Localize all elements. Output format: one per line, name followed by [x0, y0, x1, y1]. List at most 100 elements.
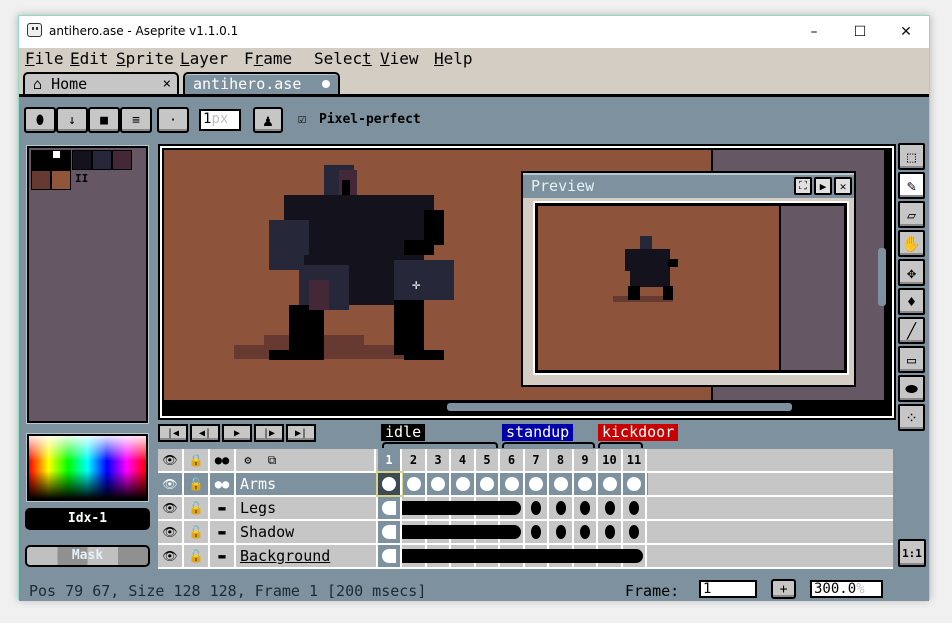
- tool-pencil[interactable]: ✎: [898, 172, 925, 199]
- preview-close-button[interactable]: ✕: [834, 177, 852, 195]
- layer-row-background[interactable]: 👁 🔓 ▬ Background: [158, 545, 893, 569]
- layer-row-shadow[interactable]: 👁 🔓 ▬ Shadow: [158, 521, 893, 545]
- tool-eraser[interactable]: ▱: [898, 201, 925, 228]
- frame-header-3[interactable]: 3: [427, 449, 451, 471]
- palette-swatch-0[interactable]: [31, 150, 71, 170]
- tool-line[interactable]: ╱: [898, 317, 925, 344]
- tab-home[interactable]: ⌂ Home ×: [23, 72, 179, 94]
- cel-legs-1[interactable]: [378, 497, 402, 519]
- linked-cels-bar[interactable]: [402, 501, 521, 515]
- ink-type-button[interactable]: ♟: [253, 107, 283, 133]
- tool-hand[interactable]: ✋: [898, 230, 925, 257]
- layer-discontinuous-icon[interactable]: ●●: [210, 473, 236, 495]
- layer-name[interactable]: Arms: [236, 473, 378, 495]
- cel-arms-11[interactable]: [623, 473, 647, 495]
- modified-dot-icon[interactable]: [322, 80, 330, 88]
- palette-swatch-1[interactable]: [72, 150, 92, 170]
- frame-header-1[interactable]: 1: [378, 449, 402, 471]
- preview-fullscreen-button[interactable]: ⛶: [794, 177, 812, 195]
- cel-arms-5[interactable]: [476, 473, 500, 495]
- last-frame-button[interactable]: ▶|: [286, 424, 316, 442]
- frame-header-7[interactable]: 7: [525, 449, 549, 471]
- sprite-editor[interactable]: ✛ Preview ⛶ ▶ ✕: [158, 144, 896, 420]
- first-frame-button[interactable]: |◀: [158, 424, 188, 442]
- cel-legs-9[interactable]: [574, 497, 598, 519]
- cel-arms-7[interactable]: [525, 473, 549, 495]
- cel-arms-3[interactable]: [427, 473, 451, 495]
- cel-legs-8[interactable]: [550, 497, 574, 519]
- layer-name[interactable]: Shadow: [236, 521, 378, 543]
- frame-header-5[interactable]: 5: [476, 449, 500, 471]
- menu-edit[interactable]: Edit: [70, 49, 109, 68]
- cel-legs-7[interactable]: [525, 497, 549, 519]
- frame-header-2[interactable]: 2: [403, 449, 427, 471]
- layer-visibility-eye-icon[interactable]: 👁: [158, 545, 184, 567]
- layer-visibility-eye-icon[interactable]: 👁: [158, 473, 184, 495]
- layer-row-legs[interactable]: 👁 🔓 ▬ Legs: [158, 497, 893, 521]
- layer-lock-icon[interactable]: 🔓: [184, 473, 210, 495]
- layer-lock-icon[interactable]: 🔓: [184, 497, 210, 519]
- gear-icon[interactable]: ⚙: [236, 449, 260, 471]
- tool-rectangular-marquee[interactable]: ⬚: [898, 143, 925, 170]
- continuous-icon[interactable]: ●●: [210, 449, 236, 471]
- cel-legs-11[interactable]: [623, 497, 647, 519]
- layer-name[interactable]: Background: [236, 545, 378, 567]
- color-spectrum[interactable]: [27, 434, 148, 501]
- onion-skin-icon[interactable]: ⧉: [260, 449, 284, 471]
- canvas-vertical-scrollbar[interactable]: [878, 248, 886, 306]
- frame-header-11[interactable]: 11: [623, 449, 647, 471]
- maximize-button[interactable]: ☐: [837, 16, 883, 48]
- tab-antihero[interactable]: antihero.ase: [183, 72, 340, 94]
- brush-angle-button[interactable]: ↓: [56, 107, 88, 133]
- tool-paint-bucket[interactable]: ⬬: [898, 375, 925, 402]
- tool-move[interactable]: ✥: [898, 259, 925, 286]
- menu-sprite[interactable]: Sprite: [116, 49, 174, 68]
- canvas-horizontal-scrollbar[interactable]: [447, 403, 792, 411]
- brush-list-button[interactable]: ≡: [120, 107, 152, 133]
- tag-idle[interactable]: idle: [381, 424, 426, 441]
- add-frame-button[interactable]: +: [771, 579, 796, 599]
- pixel-perfect-checkbox[interactable]: ☑: [298, 111, 306, 127]
- cel-arms-10[interactable]: [598, 473, 623, 495]
- cel-arms-9[interactable]: [574, 473, 598, 495]
- linked-cels-bar[interactable]: [402, 525, 521, 539]
- menu-layer[interactable]: Layer: [180, 49, 228, 68]
- minimize-button[interactable]: –: [791, 16, 837, 48]
- layer-continuous-icon[interactable]: ▬: [210, 497, 236, 519]
- cel-arms-8[interactable]: [549, 473, 574, 495]
- cel-arms-6[interactable]: [500, 473, 525, 495]
- frame-header-4[interactable]: 4: [452, 449, 476, 471]
- palette-swatch-2[interactable]: [92, 150, 112, 170]
- tool-spray[interactable]: ⁘: [898, 404, 925, 431]
- palette-swatch-3[interactable]: [112, 150, 132, 170]
- zoom-one-to-one-button[interactable]: 1:1: [898, 539, 926, 567]
- brush-size-input[interactable]: 1px: [199, 109, 241, 131]
- menu-view[interactable]: View: [380, 49, 419, 68]
- zoom-input[interactable]: 300.0%: [810, 580, 883, 598]
- cel-arms-1[interactable]: [376, 471, 404, 497]
- layer-row-arms[interactable]: 👁 🔓 ●● Arms: [158, 471, 893, 497]
- tag-kickdoor[interactable]: kickdoor: [598, 424, 679, 441]
- close-window-button[interactable]: ✕: [883, 16, 929, 48]
- cel-arms-2[interactable]: [402, 473, 427, 495]
- brush-type-circle-button[interactable]: ⬮: [24, 107, 56, 133]
- menu-select[interactable]: Select: [314, 49, 372, 68]
- frame-header-8[interactable]: 8: [550, 449, 574, 471]
- menu-frame[interactable]: Frame: [244, 49, 292, 68]
- tag-standup[interactable]: standup: [502, 424, 574, 441]
- tab-home-close-icon[interactable]: ×: [163, 74, 171, 94]
- foreground-color-button[interactable]: Idx-1: [25, 508, 150, 530]
- linked-cels-bar[interactable]: [402, 549, 643, 563]
- layer-name[interactable]: Legs: [236, 497, 378, 519]
- brush-size-pixel-button[interactable]: ·: [157, 107, 189, 133]
- cel-shadow-7[interactable]: [525, 521, 549, 543]
- lock-icon[interactable]: 🔒: [184, 449, 210, 471]
- cel-shadow-11[interactable]: [623, 521, 647, 543]
- palette-swatch-4[interactable]: [31, 170, 51, 190]
- cel-legs-10[interactable]: [599, 497, 623, 519]
- preview-play-button[interactable]: ▶: [814, 177, 832, 195]
- brush-square-button[interactable]: ■: [88, 107, 120, 133]
- frame-header-9[interactable]: 9: [574, 449, 598, 471]
- layer-visibility-eye-icon[interactable]: 👁: [158, 521, 184, 543]
- cel-arms-4[interactable]: [451, 473, 476, 495]
